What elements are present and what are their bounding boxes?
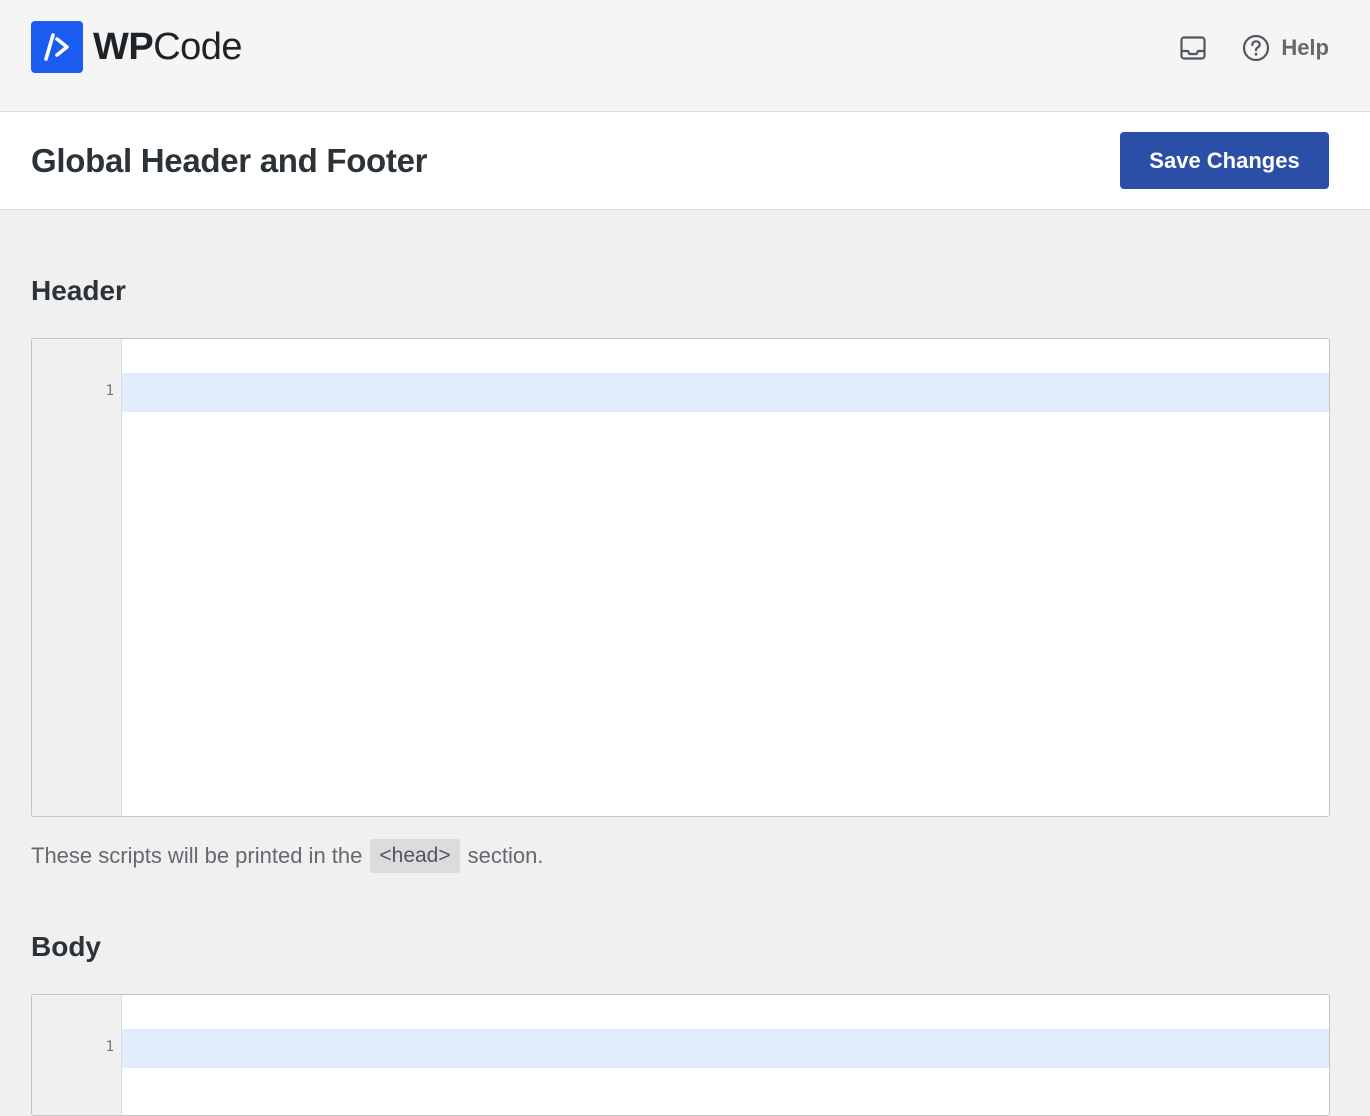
header-section-heading: Header — [31, 275, 126, 306]
top-actions: Help — [1178, 30, 1329, 66]
logo-wordmark-bold: WP — [93, 26, 154, 68]
code-slash-icon — [31, 21, 83, 73]
help-circle-icon — [1243, 34, 1270, 62]
header-code-editor[interactable]: 1 — [31, 338, 1330, 817]
save-changes-button[interactable]: Save Changes — [1120, 132, 1329, 189]
header-help-text: These scripts will be printed in the <he… — [31, 838, 543, 874]
header-active-line[interactable] — [122, 373, 1329, 412]
header-line-number: 1 — [105, 383, 114, 399]
header-editor-gutter: 1 — [32, 339, 122, 816]
page-title: Global Header and Footer — [31, 142, 428, 179]
body-code-editor[interactable]: 1 — [31, 994, 1330, 1116]
title-bar: Global Header and Footer Save Changes — [0, 112, 1370, 210]
wpcode-logo[interactable]: WPCode — [31, 21, 243, 73]
body-section-heading: Body — [31, 931, 101, 962]
logo-wordmark-regular: Code — [153, 26, 243, 68]
help-label: Help — [1281, 35, 1329, 60]
body-editor-gutter: 1 — [32, 995, 122, 1115]
inbox-icon — [1180, 36, 1206, 60]
header-help-text-before: These scripts will be printed in the — [31, 843, 363, 868]
header-help-text-after: section. — [467, 843, 544, 868]
logo-wordmark: WPCode — [93, 21, 243, 73]
notifications-button[interactable] — [1178, 33, 1208, 63]
body-line-number: 1 — [105, 1039, 114, 1055]
head-tag-code: <head> — [370, 839, 460, 873]
top-bar: WPCode Help — [0, 0, 1370, 112]
body-active-line[interactable] — [122, 1029, 1329, 1068]
help-button[interactable]: Help — [1242, 34, 1329, 62]
